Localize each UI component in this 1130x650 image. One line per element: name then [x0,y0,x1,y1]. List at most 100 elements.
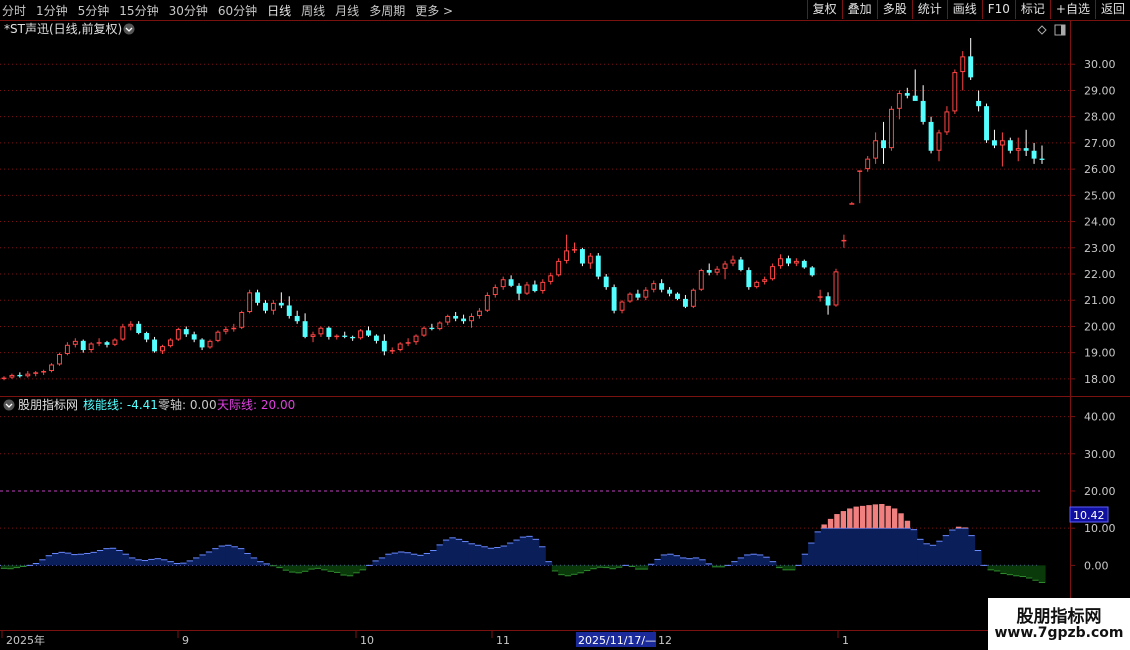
candle-up [128,323,134,327]
price-tick-label: 28.00 [1084,111,1116,124]
candle-down [80,340,86,351]
candle-up [714,268,720,273]
histogram-bar-positive [942,535,950,566]
candle-up [270,302,276,311]
toolbar-button-0[interactable]: 复权 [806,0,842,19]
period-tab-9[interactable]: 多周期 [369,2,405,19]
candle-down [595,255,601,277]
histogram-bar-negative [788,565,796,570]
histogram-bar-positive [404,552,412,566]
candle-up [437,322,443,330]
period-tab-6[interactable]: 日线 [267,2,291,19]
title-dropdown-icon[interactable] [123,23,135,35]
period-tab-7[interactable]: 周线 [301,2,325,19]
histogram-bar-positive [744,554,751,566]
date-label: 11 [496,634,510,647]
period-tab-5[interactable]: 60分钟 [218,2,257,19]
toolbar-buttons: 复权 叠加 多股 统计 画线 F10 标记 +自选 返回 [806,0,1130,20]
period-tab-0[interactable]: 分时 [2,2,26,19]
date-label: 10 [360,634,374,647]
histogram-bar-negative [346,565,354,576]
candle-down [1023,148,1029,151]
histogram-bar-positive [385,554,393,566]
watermark-url: www.7gpzb.com [994,625,1124,641]
candle-down [785,258,791,264]
indicator-dropdown-icon[interactable] [3,399,15,411]
histogram-bar-negative [282,565,290,571]
histogram-bar-positive [96,550,104,566]
candle-up [896,93,902,109]
histogram-bar-positive [391,553,399,566]
candle-down [255,292,261,303]
histogram-bar-negative [321,565,328,570]
diamond-icon[interactable] [1037,25,1047,35]
toolbar-button-6[interactable]: 标记 [1014,0,1050,19]
candle-up [793,260,799,264]
histogram-bar-negative [1032,565,1040,581]
histogram-bar-negative [782,565,790,570]
period-tab-10[interactable]: 更多 > [415,2,453,19]
candle-down [183,329,189,335]
candle-down [104,342,110,345]
indicator-tick-label: 20.00 [1084,485,1116,498]
toolbar-button-5[interactable]: F10 [981,0,1015,19]
toolbar-button-2[interactable]: 多股 [876,0,912,19]
indicator-tick-label: 10.00 [1084,522,1116,535]
histogram-bar-negative [558,565,566,575]
toolbar-button-7[interactable]: +自选 [1049,0,1095,19]
period-tab-4[interactable]: 30分钟 [169,2,208,19]
histogram-bar-pink [859,505,866,529]
candle-up [397,343,403,351]
toolbar-button-1[interactable]: 叠加 [841,0,877,19]
histogram-bar-negative [1019,565,1027,577]
period-tabs: 分时 1分钟 5分钟 15分钟 30分钟 60分钟 日线 周线 月线 多周期 更多 > [2,0,463,20]
candle-up [619,301,625,311]
toolbar-button-3[interactable]: 统计 [911,0,947,19]
candle-up [247,292,253,313]
period-tab-8[interactable]: 月线 [335,2,359,19]
candle-up [445,315,451,323]
histogram-bar-positive [539,546,546,566]
histogram-bar-positive [968,535,976,566]
indicator-line2: 零轴: 0.00 [158,397,217,412]
histogram-bar-positive [532,539,540,566]
candle-up [49,364,54,372]
toolbar-button-8[interactable]: 返回 [1094,0,1130,19]
candle-up [421,327,427,336]
candle-down [968,56,974,78]
candle-down [881,140,886,149]
histogram-bar-positive [846,528,854,566]
histogram-bar-positive [859,528,867,566]
period-tab-2[interactable]: 5分钟 [78,2,110,19]
candle-up [841,239,847,242]
date-label: 1 [842,634,849,647]
price-tick-label: 29.00 [1084,84,1116,97]
candle-down [461,318,467,322]
candle-down [429,327,435,330]
period-tab-3[interactable]: 15分钟 [119,2,158,19]
toolbar-button-4[interactable]: 画线 [946,0,982,19]
indicator-histogram [0,504,1046,583]
candle-up [358,330,364,339]
histogram-bar-positive [891,528,899,566]
histogram-bar-positive [923,543,931,566]
candle-up [215,331,221,341]
candle-down [611,287,617,311]
histogram-bar-positive [231,546,239,566]
histogram-bar-negative [1038,565,1046,583]
candle-down [682,298,688,307]
candle-up [548,275,554,282]
period-tab-1[interactable]: 1分钟 [36,2,68,19]
histogram-bar-positive [154,558,162,566]
histogram-bar-positive [116,550,123,566]
stock-chart[interactable]: 30.00 29.00 28.00 27.00 26.00 25.00 24.00 23.00… [0,20,1130,630]
candle-up [690,289,696,307]
candle-down [706,270,712,273]
histogram-bar-negative [583,565,591,571]
histogram-bar-positive [378,557,386,566]
histogram-bar-positive [103,548,111,566]
price-tick-label: 26.00 [1084,163,1116,176]
histogram-bar-positive [225,545,232,566]
histogram-bar-positive [545,561,553,566]
histogram-bar-positive [820,528,828,566]
